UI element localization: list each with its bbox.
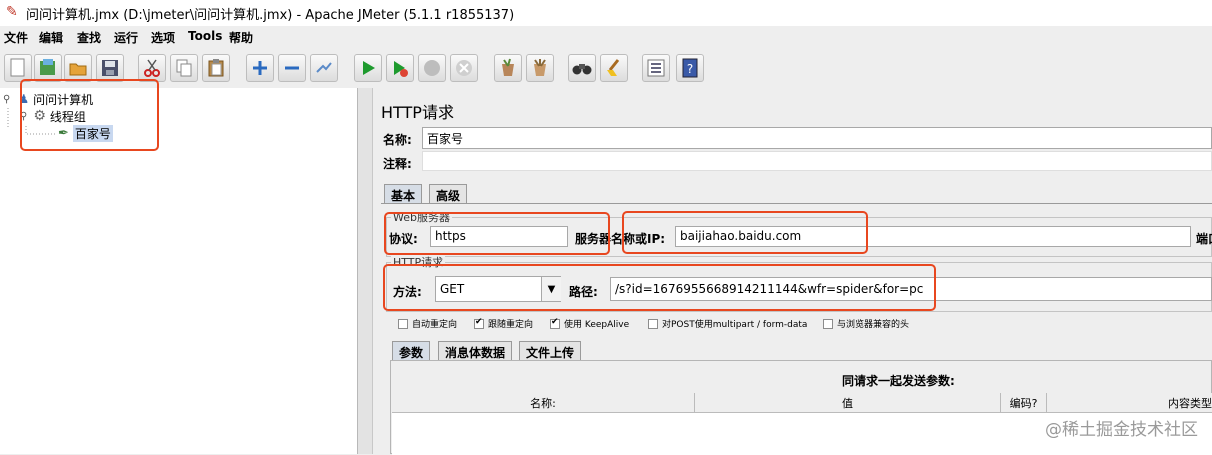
path-input[interactable]: /s?id=1676955668914211144&wfr=spider&for… (610, 277, 1212, 301)
tab-file-upload[interactable]: 文件上传 (519, 341, 582, 360)
tab-body-data[interactable]: 消息体数据 (438, 341, 513, 360)
new-icon[interactable] (4, 54, 32, 82)
menu-help[interactable]: 帮助 (229, 29, 253, 46)
save-icon[interactable] (96, 54, 124, 82)
protocol-label: 协议: (389, 232, 418, 246)
toolbar: ? (0, 50, 1212, 89)
search-icon[interactable] (568, 54, 596, 82)
checkbox-box[interactable] (474, 317, 484, 329)
comment-input[interactable] (422, 151, 1212, 171)
tree-lines (7, 108, 56, 135)
menu-bar: 文件 编辑 查找 运行 选项 Tools 帮助 (0, 26, 1212, 48)
watermark: @稀土掘金技术社区 (1045, 420, 1198, 440)
start-icon[interactable] (354, 54, 382, 82)
tab-divider (381, 203, 1212, 204)
column-header-value[interactable]: 值 (695, 393, 1001, 412)
function-helper-icon[interactable] (642, 54, 670, 82)
column-header-content-type[interactable]: 内容类型 (1047, 393, 1212, 412)
paste-icon[interactable] (202, 54, 230, 82)
menu-options[interactable]: 选项 (151, 29, 175, 46)
checkbox-keepalive[interactable]: 使用 KeepAlive (550, 317, 629, 330)
expand-icon[interactable] (246, 54, 274, 82)
copy-icon[interactable] (170, 54, 198, 82)
test-plan-tree: ⚲ ♟ 问问计算机 ⚲ ⚙ 线程组 ✒ 百家号 (0, 88, 358, 454)
reset-search-icon[interactable] (600, 54, 628, 82)
checkbox-label: 与浏览器兼容的头 (837, 320, 910, 330)
menu-search[interactable]: 查找 (77, 29, 101, 46)
templates-icon[interactable] (34, 54, 62, 82)
checkbox-browser-compatible[interactable]: 与浏览器兼容的头 (823, 317, 909, 330)
name-input[interactable]: 百家号 (422, 127, 1212, 149)
checkbox-label: 自动重定向 (412, 320, 458, 330)
checkbox-box[interactable] (648, 318, 658, 329)
menu-edit[interactable]: 编辑 (39, 29, 63, 46)
name-label: 名称: (383, 133, 412, 147)
toggle-icon[interactable] (310, 54, 338, 82)
collapse-icon[interactable] (278, 54, 306, 82)
title-bar: ✎ 问问计算机.jmx (D:\jmeter\问问计算机.jmx) - Apac… (0, 0, 1212, 26)
tab-basic[interactable]: 基本 (384, 184, 423, 203)
menu-file[interactable]: 文件 (4, 29, 28, 46)
checkbox-label: 使用 KeepAlive (564, 320, 630, 330)
checkbox-follow-redirect[interactable]: 跟随重定向 (474, 317, 533, 330)
cut-icon[interactable] (138, 54, 166, 82)
column-header-encode[interactable]: 编码? (1001, 393, 1047, 412)
web-server-group-title: Web服务器 (391, 209, 452, 225)
open-icon[interactable] (64, 54, 92, 82)
start-no-pause-icon[interactable] (386, 54, 414, 82)
tab-parameters[interactable]: 参数 (392, 341, 431, 360)
checkbox-label: 对POST使用multipart / form-data (662, 320, 808, 330)
menu-run[interactable]: 运行 (114, 29, 138, 46)
port-label: 端口 (1196, 232, 1212, 246)
clear-all-icon[interactable] (526, 54, 554, 82)
params-caption: 同请求一起发送参数: (842, 374, 955, 388)
checkbox-multipart[interactable]: 对POST使用multipart / form-data (648, 317, 807, 330)
checkbox-box[interactable] (398, 318, 408, 329)
comment-label: 注释: (383, 157, 412, 171)
panel-splitter[interactable] (358, 88, 372, 454)
clear-icon[interactable] (494, 54, 522, 82)
server-input[interactable]: baijiahao.baidu.com (675, 226, 1191, 247)
svg-text:?: ? (687, 62, 693, 76)
chevron-down-icon[interactable]: ▼ (541, 277, 561, 301)
method-value: GET (440, 282, 465, 296)
window-title: 问问计算机.jmx (D:\jmeter\问问计算机.jmx) - Apache… (26, 8, 515, 23)
path-label: 路径: (569, 285, 598, 299)
checkbox-label: 跟随重定向 (488, 320, 534, 330)
help-icon[interactable]: ? (676, 54, 704, 82)
checkbox-auto-redirect[interactable]: 自动重定向 (398, 317, 457, 330)
panel-title: HTTP请求 (381, 103, 454, 122)
column-header-name[interactable]: 名称: (392, 393, 695, 412)
method-label: 方法: (393, 285, 422, 299)
server-label: 服务器名称或IP: (575, 232, 666, 246)
shutdown-icon[interactable] (450, 54, 478, 82)
menu-tools[interactable]: Tools (188, 29, 222, 43)
http-request-group-title: HTTP请求 (391, 254, 446, 270)
stop-icon[interactable] (418, 54, 446, 82)
tab-advanced[interactable]: 高级 (429, 184, 468, 203)
jmeter-feather-icon: ✎ (6, 4, 18, 20)
protocol-input[interactable]: https (430, 226, 568, 247)
checkbox-box[interactable] (550, 317, 560, 329)
checkbox-box[interactable] (823, 318, 833, 329)
